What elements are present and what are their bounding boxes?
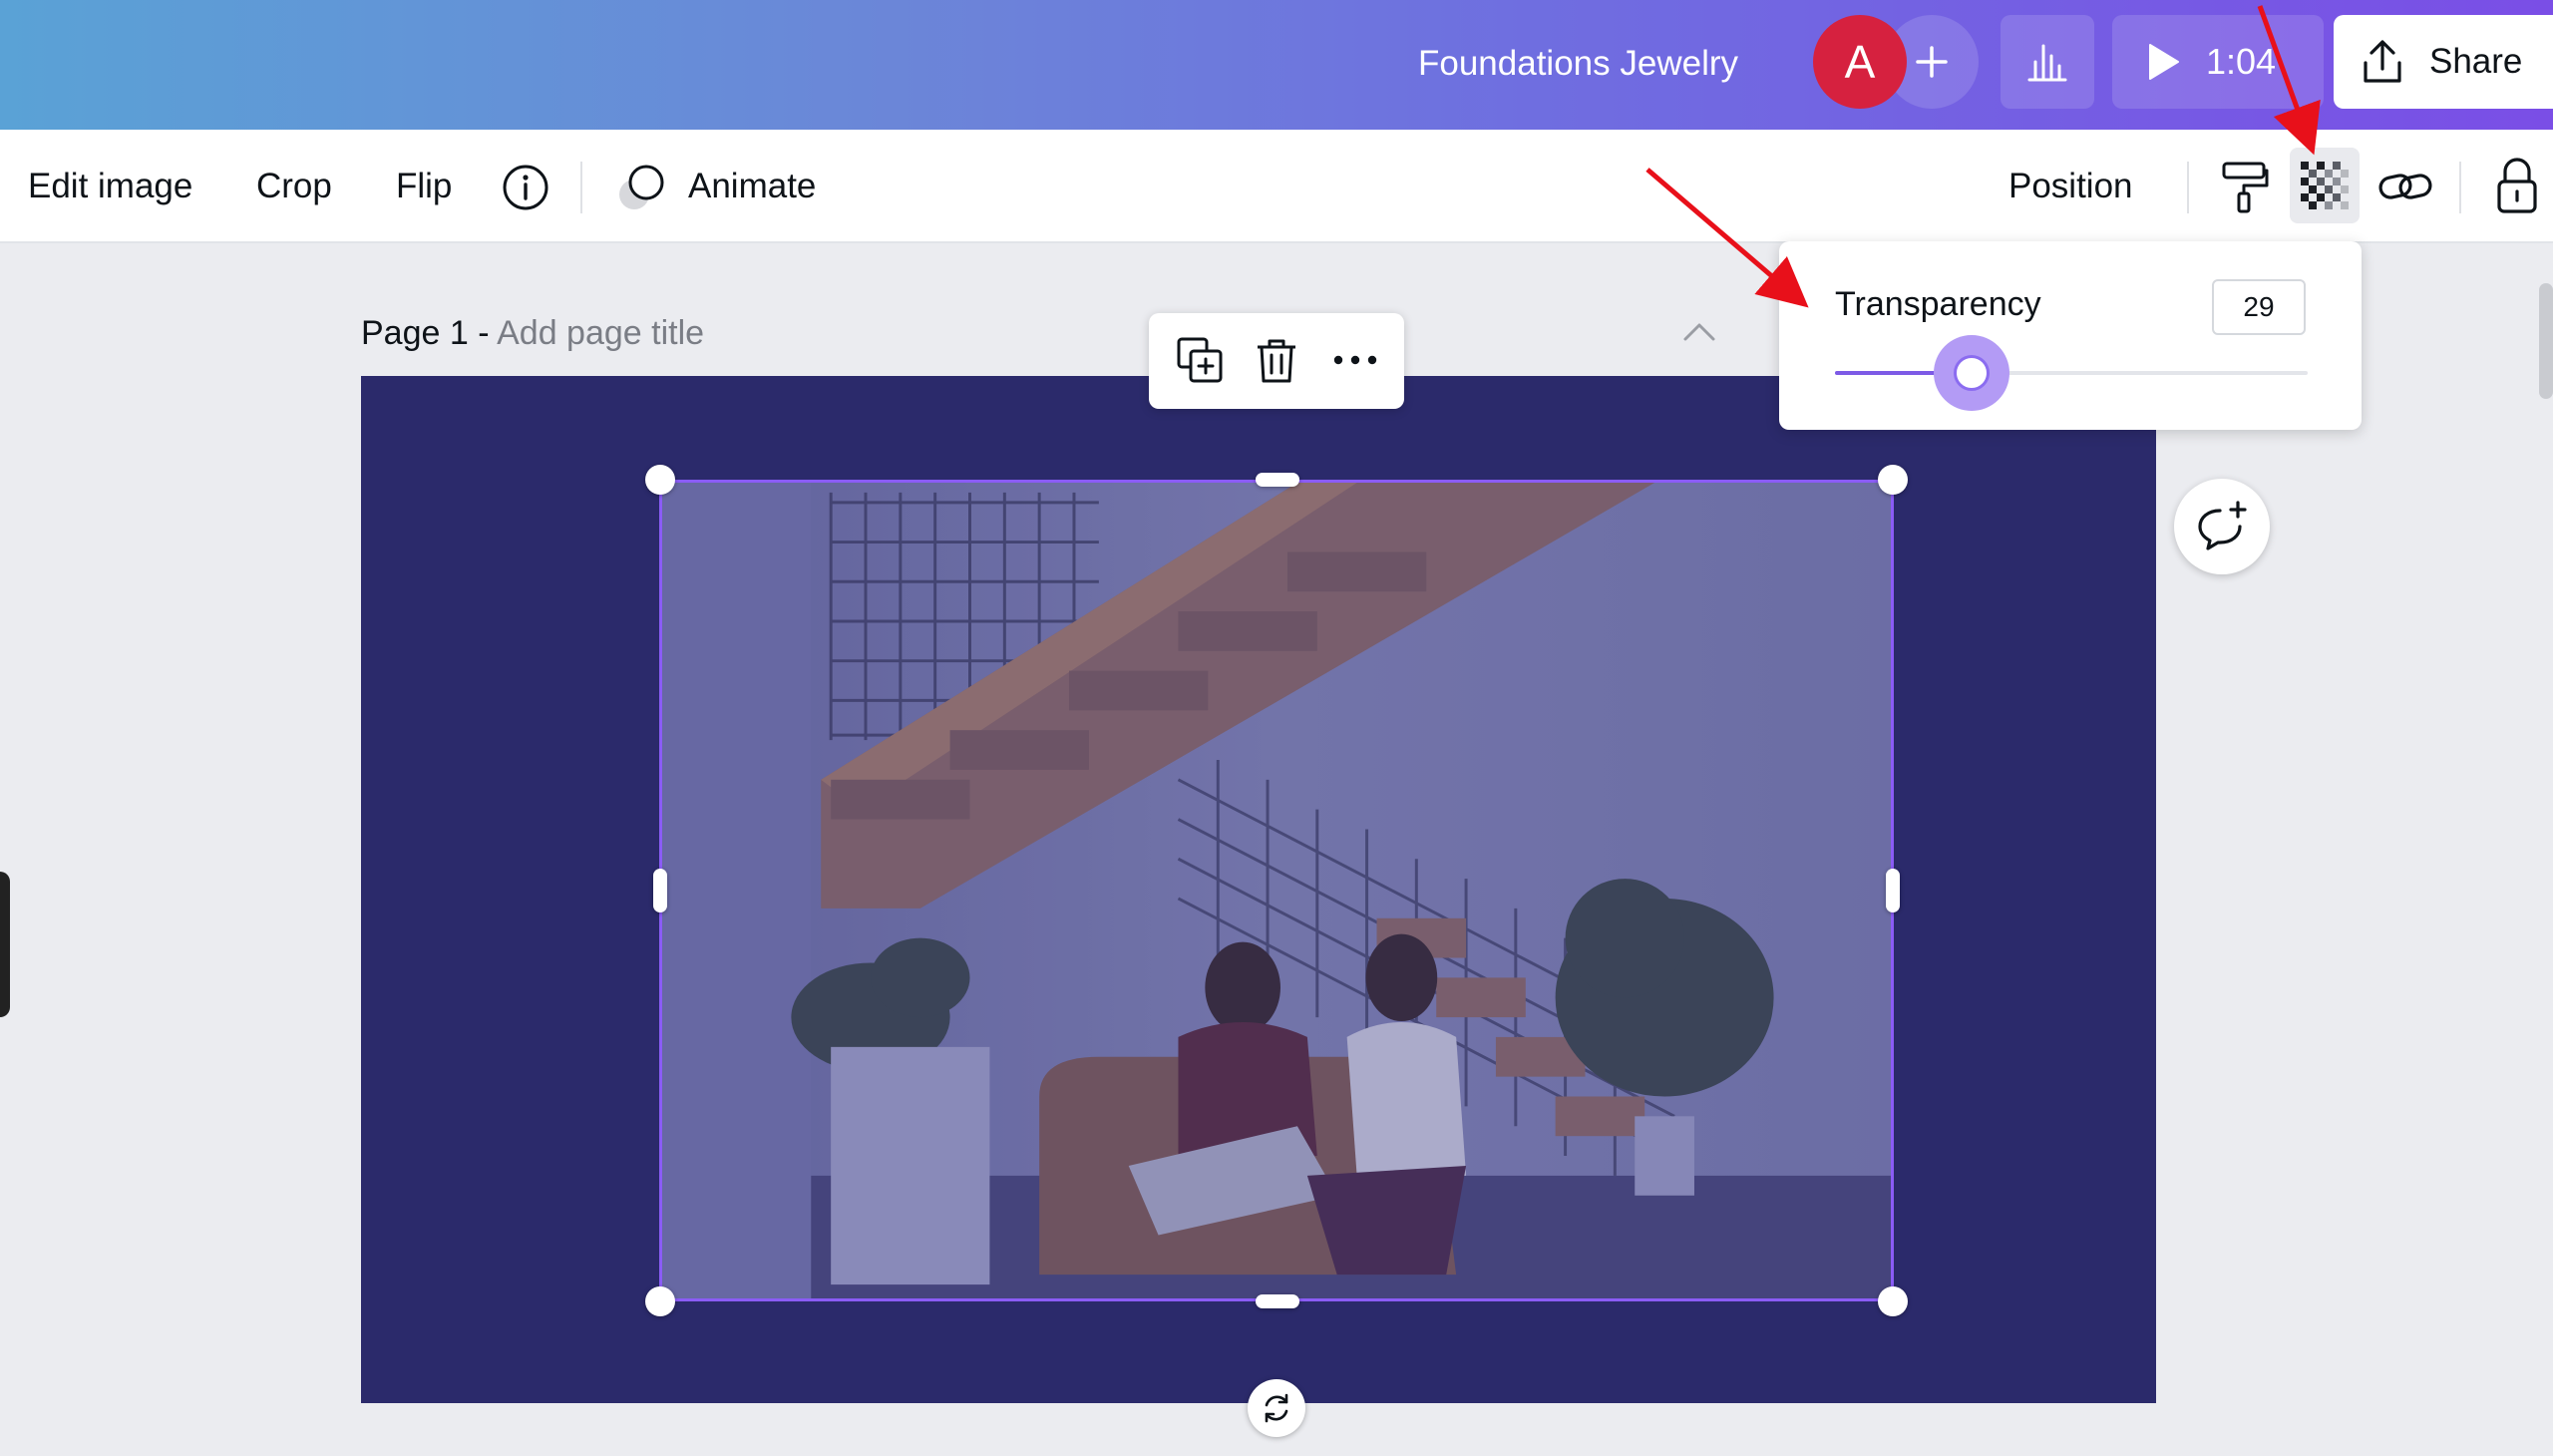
checkerboard-icon (2301, 162, 2349, 209)
share-label: Share (2429, 42, 2523, 81)
paint-roller-icon[interactable] (2220, 160, 2270, 215)
link-icon[interactable] (2377, 164, 2433, 209)
resize-handle-bottom[interactable] (1256, 1294, 1299, 1308)
selected-image[interactable] (659, 480, 1894, 1301)
toolbar-divider (2459, 162, 2461, 213)
transparency-button[interactable] (2290, 148, 2360, 223)
chevron-up-icon[interactable] (1681, 317, 1717, 347)
page-header: Page 1 - Add page title (361, 307, 704, 359)
plus-icon (1916, 46, 1948, 78)
trash-icon[interactable] (1252, 335, 1301, 385)
resize-handle-top-left[interactable] (645, 465, 675, 495)
resize-handle-top[interactable] (1256, 473, 1299, 487)
lock-icon[interactable] (2495, 156, 2539, 215)
animate-button[interactable]: Animate (688, 130, 816, 243)
present-duration: 1:04 (2206, 41, 2277, 82)
present-button[interactable]: 1:04 (2112, 15, 2324, 109)
transparency-slider[interactable] (1835, 335, 2308, 411)
edit-image-button[interactable]: Edit image (28, 130, 192, 243)
context-toolbar: Edit image Crop Flip Animate Position (0, 130, 2553, 243)
toolbar-divider (580, 162, 582, 213)
bar-chart-icon (2027, 44, 2067, 82)
more-options-icon[interactable] (1330, 335, 1380, 385)
page-title-input[interactable]: Add page title (497, 314, 704, 352)
slider-thumb-knob[interactable] (1954, 355, 1991, 391)
upload-icon (2364, 40, 2401, 83)
side-panel-tab[interactable] (0, 872, 10, 1017)
page-number-label: Page 1 - (361, 314, 490, 352)
comment-plus-icon (2198, 501, 2247, 550)
share-button[interactable]: Share (2334, 15, 2553, 109)
info-icon[interactable] (501, 163, 550, 212)
transparency-label: Transparency (1835, 285, 2041, 323)
avatar[interactable]: A (1813, 15, 1907, 109)
transparency-value-input[interactable]: 29 (2212, 279, 2306, 335)
flip-button[interactable]: Flip (396, 130, 452, 243)
resize-handle-bottom-right[interactable] (1878, 1286, 1908, 1316)
document-title[interactable]: Foundations Jewelry (1418, 40, 1738, 88)
resize-handle-right[interactable] (1886, 869, 1900, 912)
add-comment-button[interactable] (2174, 479, 2270, 574)
position-button[interactable]: Position (2008, 130, 2133, 243)
toolbar-divider (2187, 162, 2189, 213)
rotate-icon (1265, 1393, 1288, 1423)
resize-handle-bottom-left[interactable] (645, 1286, 675, 1316)
element-floating-toolbar (1149, 313, 1404, 409)
insights-button[interactable] (2001, 15, 2094, 109)
rotate-handle[interactable] (1248, 1379, 1305, 1437)
animate-icon (619, 165, 664, 209)
living-room-photo (662, 483, 1891, 1298)
duplicate-icon[interactable] (1175, 335, 1225, 385)
play-icon (2149, 44, 2179, 80)
scrollbar-thumb[interactable] (2539, 283, 2553, 399)
top-header-bar: Foundations Jewelry A 1:04 Share (0, 0, 2553, 130)
resize-handle-left[interactable] (653, 869, 667, 912)
crop-button[interactable]: Crop (256, 130, 332, 243)
transparency-popover: Transparency 29 (1779, 241, 2362, 430)
slider-thumb[interactable] (1934, 335, 2010, 411)
resize-handle-top-right[interactable] (1878, 465, 1908, 495)
